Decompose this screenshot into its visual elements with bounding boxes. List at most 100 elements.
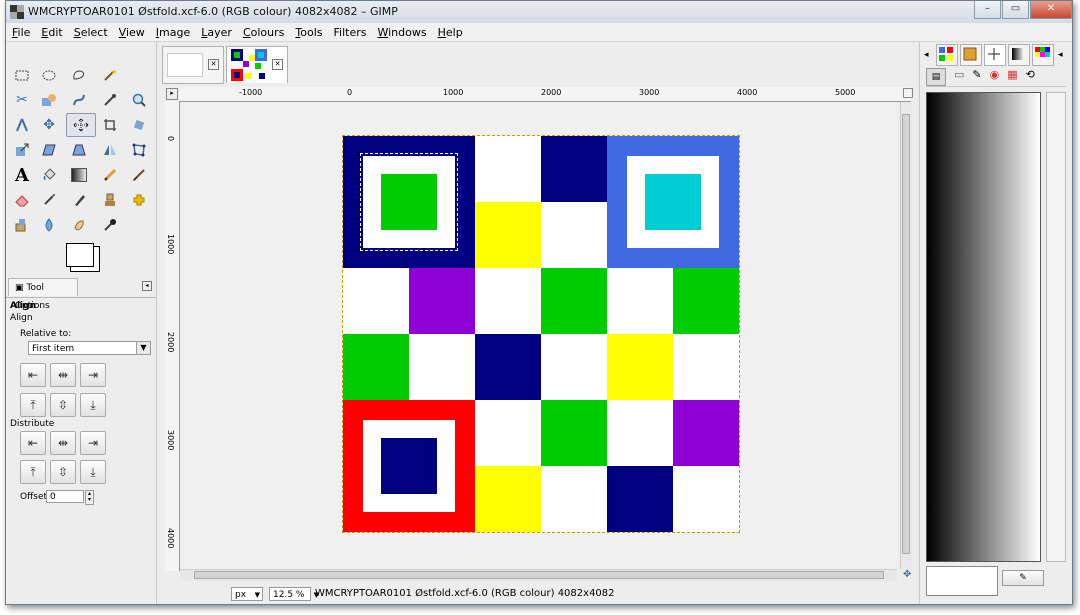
shear-icon[interactable] [38,139,60,161]
undo-history-icon[interactable]: ⟲ [1026,68,1035,86]
fonts-tab[interactable] [984,44,1006,66]
edit-button[interactable]: ✎ [1002,570,1044,586]
scrollbar-thumb[interactable] [902,114,910,554]
patterns-tab[interactable] [936,44,958,66]
image-tab-blank[interactable]: ✕ [162,46,224,84]
zoom-to-fit-icon[interactable] [903,88,913,98]
close-icon[interactable]: ✕ [272,59,283,70]
menu-windows[interactable]: Windows [371,23,431,41]
crop-icon[interactable] [99,114,121,136]
menu-help[interactable]: Help [432,23,468,41]
layers-icon[interactable]: ▤ [926,68,946,86]
histogram-icon[interactable]: ▦ [1007,68,1017,86]
clone-icon[interactable] [99,189,121,211]
align-top-edge-button[interactable]: ⤒ [20,393,46,417]
blend-icon[interactable] [68,164,90,186]
vertical-scrollbar[interactable] [900,102,912,569]
pencil-icon[interactable] [99,164,121,186]
close-icon[interactable]: ✕ [208,59,219,70]
horizontal-ruler[interactable]: -1000 0 1000 2000 3000 4000 5000 [179,87,911,102]
zoom-icon[interactable] [128,89,150,111]
distribute-right-button[interactable]: ⇥ [80,431,106,455]
paths-tab-icon[interactable]: ✎ [972,68,981,86]
menu-filters[interactable]: Filters [328,23,372,41]
offset-spinner[interactable]: ▴ ▾ [85,490,94,505]
align-right-edge-button[interactable]: ⇥ [80,363,106,387]
cage-transform-icon[interactable] [128,139,150,161]
foreground-color[interactable] [66,243,94,267]
brushes-tab[interactable] [960,44,982,66]
unit-selector[interactable]: px ▼ [231,587,263,601]
horizontal-scrollbar[interactable] [180,569,897,581]
zoom-selector[interactable]: 12.5 % ▼ [269,587,319,601]
canvas[interactable] [180,102,897,572]
dock-arrow-icon[interactable]: ◂ [924,50,929,60]
maximize-button[interactable]: ▭ [1002,1,1029,19]
scale-icon[interactable] [11,139,33,161]
measure-icon[interactable] [11,114,33,136]
navigate-icon[interactable]: ✥ [903,569,914,580]
dock-menu-icon[interactable]: ◂ [1058,50,1063,60]
panel-menu-icon[interactable]: ◂ [142,281,152,291]
smudge-icon[interactable] [68,214,90,236]
align-middle-vertical-button[interactable]: ⇳ [50,393,76,417]
heal-icon[interactable] [128,189,150,211]
distribute-bottom-button[interactable]: ⤓ [80,460,106,484]
scrollbar-thumb[interactable] [194,571,884,579]
perspective-clone-icon[interactable] [11,214,33,236]
menu-image[interactable]: Image [150,23,195,41]
menu-file[interactable]: File [6,23,35,41]
menu-edit[interactable]: Edit [35,23,67,41]
rect-select-icon[interactable] [11,64,33,86]
ellipse-select-icon[interactable] [38,64,60,86]
scissors-icon[interactable]: ✂ [11,89,33,111]
flip-icon[interactable] [99,139,121,161]
align-center-horizontal-button[interactable]: ⇹ [50,363,76,387]
menu-colours[interactable]: Colours [237,23,289,41]
align-left-edge-button[interactable]: ⇤ [20,363,46,387]
move-icon[interactable]: ✥ [38,114,60,136]
paths-icon[interactable] [68,89,90,111]
rotate-icon[interactable] [128,114,150,136]
color-swatches[interactable] [56,238,106,274]
quick-mask-icon[interactable]: ▸ [166,88,178,100]
palettes-tab[interactable] [1032,44,1054,66]
perspective-icon[interactable] [68,139,90,161]
relative-to-dropdown[interactable]: First item ▼ [28,341,151,355]
tool-options-tab[interactable]: ▣ Tool Options [8,278,78,311]
distribute-middle-button[interactable]: ⇳ [50,460,76,484]
free-select-icon[interactable] [68,64,90,86]
channels-icon[interactable]: ▭ [954,68,964,86]
paintbrush-icon[interactable] [128,164,150,186]
color-picker-icon[interactable] [99,89,121,111]
eraser-icon[interactable] [11,189,33,211]
menu-tools[interactable]: Tools [289,23,327,41]
align-bottom-edge-button[interactable]: ⤓ [80,393,106,417]
text-tool-icon[interactable]: A [11,164,33,186]
offset-input[interactable]: 0 [46,490,84,503]
minimize-button[interactable]: – [974,1,1001,19]
fuzzy-select-icon[interactable] [99,64,121,86]
bucket-fill-icon[interactable] [38,164,60,186]
distribute-center-button[interactable]: ⇹ [50,431,76,455]
blur-icon[interactable] [38,214,60,236]
gradient-preview[interactable] [926,92,1041,562]
gradients-tab[interactable] [1008,44,1030,66]
foreground-select-icon[interactable] [38,89,60,111]
menu-select[interactable]: Select [68,23,113,41]
dock-scrollbar[interactable] [1046,92,1066,562]
distribute-top-button[interactable]: ⤒ [20,460,46,484]
image-content[interactable] [342,135,740,533]
close-button[interactable]: ✕ [1030,1,1072,19]
menu-layer[interactable]: Layer [195,23,237,41]
image-tab-active[interactable]: ✕ [226,46,288,83]
colormap-icon[interactable]: ◉ [990,68,1000,86]
dodge-burn-icon[interactable] [99,214,121,236]
vertical-ruler[interactable]: 0 1000 2000 3000 4000 [165,101,180,571]
align-tool-icon[interactable] [66,113,96,137]
distribute-left-button[interactable]: ⇤ [20,431,46,455]
brush-preview[interactable] [926,566,998,596]
menu-view[interactable]: View [113,23,150,41]
airbrush-icon[interactable] [38,189,60,211]
ink-icon[interactable] [68,189,90,211]
